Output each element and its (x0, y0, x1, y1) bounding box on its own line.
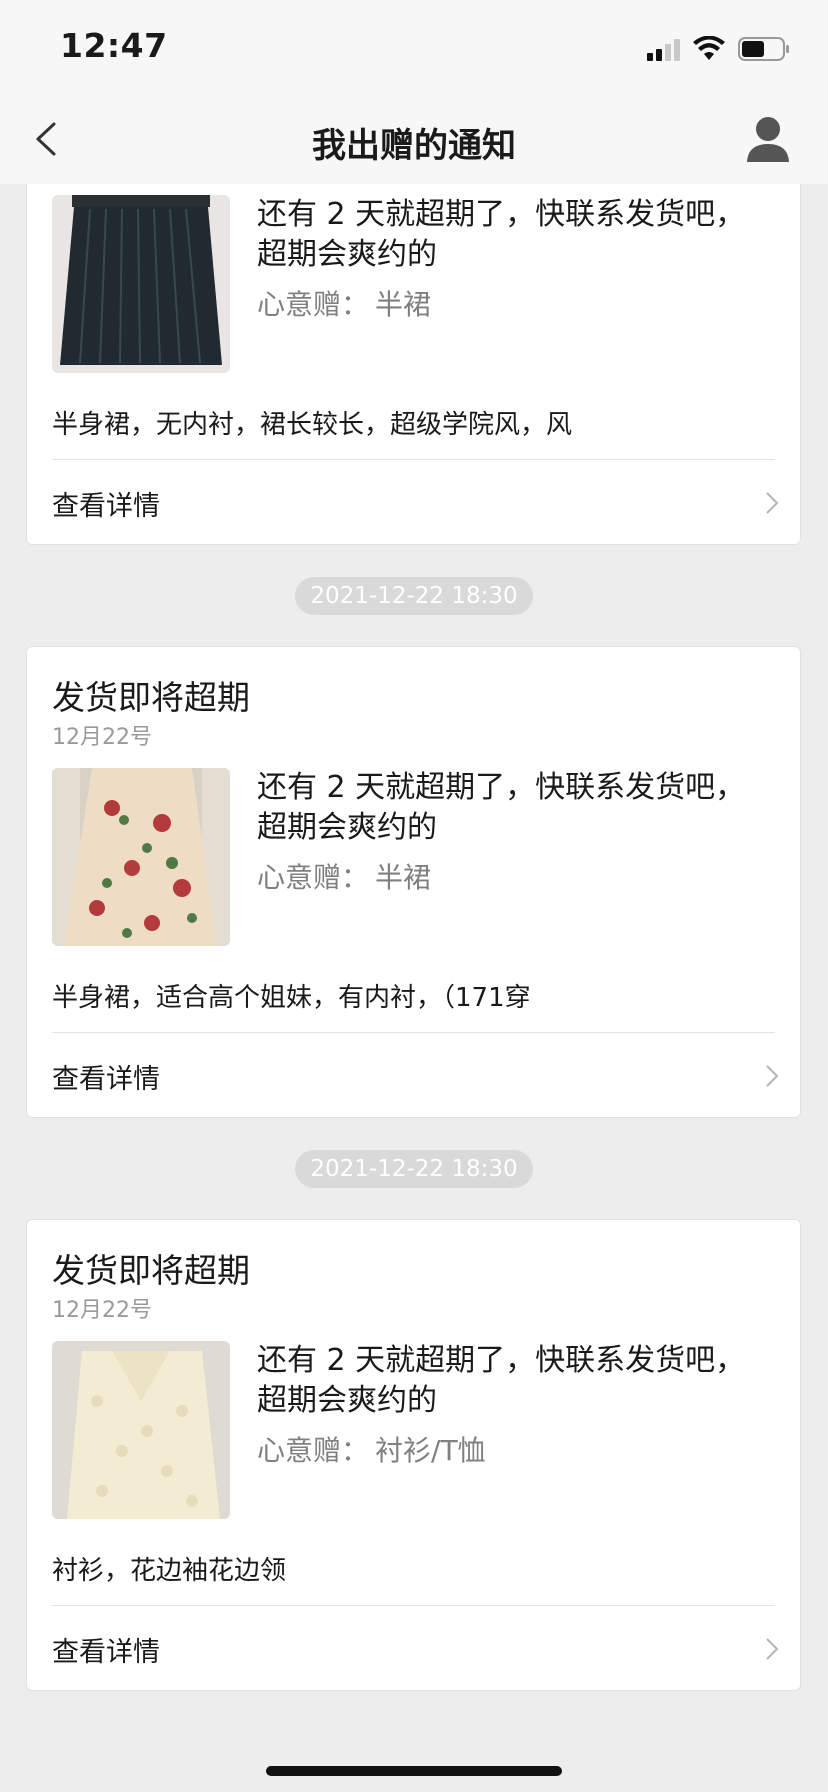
card-date: 12月22号 (52, 725, 152, 750)
gift-info: 心意赠： 衬衫/T恤 (257, 1434, 486, 1467)
wifi-icon (693, 36, 725, 60)
item-description: 半身裙，适合高个姐妹，有内衬，（171穿 (52, 983, 531, 1013)
status-bar: 12:47 (0, 0, 828, 96)
notification-message: 还有 2 天就超期了，快联系发货吧， 超期会爽约的 (257, 197, 746, 272)
timestamp-pill: 2021-12-22 18:30 (295, 1150, 533, 1188)
view-details-button[interactable]: 查看详情 (27, 1606, 800, 1692)
notification-message: 还有 2 天就超期了，快联系发货吧， 超期会爽约的 (257, 1343, 746, 1418)
card-title: 发货即将超期 (52, 1251, 250, 1290)
card-title: 发货即将超期 (52, 678, 250, 717)
view-details-button[interactable]: 查看详情 (27, 460, 800, 546)
item-description: 衬衫，花边袖花边领 (52, 1556, 287, 1586)
blouse-photo (52, 1341, 230, 1519)
status-icons (647, 34, 790, 64)
view-details-button[interactable]: 查看详情 (27, 1033, 800, 1119)
nav-bar: 我出赠的通知 (0, 96, 828, 184)
item-thumbnail[interactable] (52, 195, 230, 373)
chevron-right-icon (766, 1638, 779, 1660)
card-date: 12月22号 (52, 1298, 152, 1323)
status-time: 12:47 (60, 26, 168, 65)
chevron-right-icon (766, 492, 779, 514)
item-thumbnail[interactable] (52, 768, 230, 946)
chevron-right-icon (766, 1065, 779, 1087)
item-thumbnail[interactable] (52, 1341, 230, 1519)
gift-info: 心意赠： 半裙 (257, 861, 432, 894)
page-title: 我出赠的通知 (312, 126, 516, 166)
notification-message: 还有 2 天就超期了，快联系发货吧， 超期会爽约的 (257, 770, 746, 845)
notification-card: 发货即将超期 12月22号 还有 2 天就超期了，快联系发货吧， 超期会爽约的 … (26, 1219, 801, 1691)
skirt-photo (52, 195, 230, 373)
battery-icon (738, 37, 789, 61)
signal-icon (647, 37, 680, 61)
user-icon[interactable] (744, 114, 792, 164)
gift-info: 心意赠： 半裙 (257, 288, 432, 321)
timestamp-pill: 2021-12-22 18:30 (295, 577, 533, 615)
home-indicator[interactable] (266, 1766, 562, 1776)
skirt-photo (52, 768, 230, 946)
item-description: 半身裙，无内衬，裙长较长，超级学院风，风 (52, 410, 573, 440)
notification-card: 发货即将超期 12月22号 还有 2 天就超期了，快联系发货吧， 超期会爽约的 (26, 646, 801, 1118)
